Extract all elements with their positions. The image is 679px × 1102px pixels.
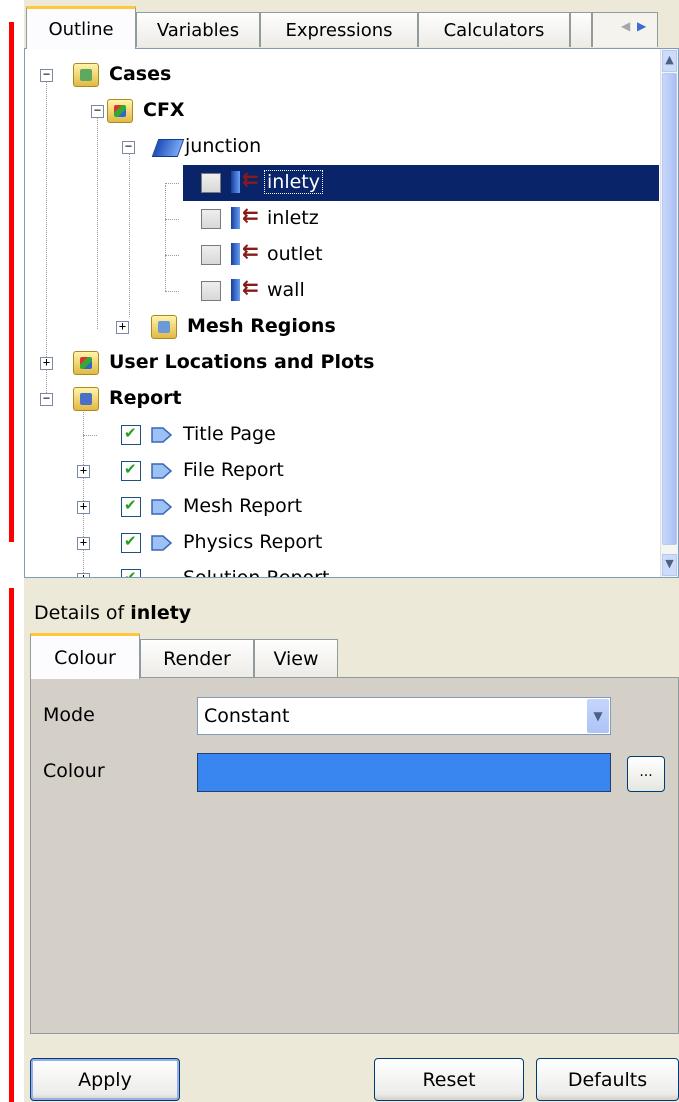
tab-expressions[interactable]: Expressions: [260, 12, 418, 47]
outlet-boundary-icon: ⇇: [231, 239, 265, 267]
tree-line: [46, 79, 47, 401]
tree-line: [83, 435, 97, 436]
tree-item-title-page[interactable]: Title Page: [183, 423, 276, 445]
inlety-visibility-checkbox[interactable]: [201, 173, 221, 193]
tree-item-mesh-report[interactable]: Mesh Report: [183, 495, 302, 517]
mesh-regions-folder-icon: [151, 315, 177, 339]
tree-item-cfx[interactable]: CFX: [143, 99, 185, 121]
colour-picker-button[interactable]: ...: [627, 756, 665, 792]
defaults-button[interactable]: Defaults: [536, 1058, 679, 1101]
tree-item-mesh-regions[interactable]: Mesh Regions: [187, 315, 336, 337]
tree-line: [165, 219, 179, 220]
reset-button[interactable]: Reset: [374, 1058, 524, 1101]
cases-folder-icon: [73, 63, 99, 87]
details-panel: Details of inlety Colour Render View Mod…: [24, 578, 679, 1102]
tab-variables[interactable]: Variables: [136, 12, 260, 47]
tree-scrollbar[interactable]: ▲ ▼: [660, 49, 678, 577]
marker-bar-top: [9, 22, 14, 542]
report-page-icon: [149, 423, 175, 447]
details-object-name: inlety: [130, 602, 192, 624]
collapse-junction-icon[interactable]: −: [122, 140, 135, 154]
colour-label: Colour: [43, 760, 105, 782]
details-title: Details of inlety: [34, 602, 192, 624]
tab-outline[interactable]: Outline: [26, 6, 136, 49]
tree-item-inletz[interactable]: inletz: [267, 207, 319, 229]
tree-line: [97, 115, 98, 329]
inletz-visibility-checkbox[interactable]: [201, 209, 221, 229]
collapse-cfx-icon[interactable]: −: [91, 104, 104, 118]
scrollbar-thumb[interactable]: [662, 73, 677, 545]
tab-view[interactable]: View: [254, 639, 338, 678]
tab-calculators[interactable]: Calculators: [418, 12, 570, 47]
scroll-up-icon[interactable]: ▲: [662, 50, 677, 72]
report-folder-icon: [73, 387, 99, 411]
tree-line: [165, 255, 179, 256]
collapse-report-icon[interactable]: −: [40, 392, 53, 406]
scroll-down-icon[interactable]: ▼: [662, 554, 677, 576]
wall-boundary-icon: ⇇: [231, 275, 265, 303]
tab-scroll-buttons[interactable]: ◀ ▶: [592, 12, 658, 47]
tree-line: [165, 185, 166, 291]
tab-render[interactable]: Render: [140, 639, 254, 678]
outline-tree[interactable]: − Cases − CFX − junction ⇇ inlety ⇇ inle…: [24, 48, 679, 578]
tree-item-wall[interactable]: wall: [267, 279, 305, 301]
tree-item-report[interactable]: Report: [109, 387, 182, 409]
tree-item-solution-report[interactable]: Solution Report: [183, 567, 329, 577]
expand-file-report-icon[interactable]: +: [77, 464, 90, 478]
colour-swatch[interactable]: [197, 753, 611, 792]
tree-item-user-locations[interactable]: User Locations and Plots: [109, 351, 374, 373]
expand-mesh-regions-icon[interactable]: +: [116, 320, 129, 334]
junction-block-icon: [151, 139, 185, 157]
expand-mesh-report-icon[interactable]: +: [77, 500, 90, 514]
inlet-boundary-icon: ⇇: [231, 203, 265, 231]
marker-bar-bottom: [9, 588, 14, 1102]
tree-item-junction[interactable]: junction: [185, 135, 261, 157]
user-locations-folder-icon: [73, 351, 99, 375]
tree-item-outlet[interactable]: outlet: [267, 243, 323, 265]
inlet-boundary-icon: ⇇: [231, 167, 265, 195]
outlet-visibility-checkbox[interactable]: [201, 245, 221, 265]
tree-line: [129, 151, 130, 317]
tree-item-inlety[interactable]: inlety: [264, 170, 323, 194]
physics-report-checkbox[interactable]: [121, 532, 141, 553]
title-page-checkbox[interactable]: [121, 424, 141, 445]
tab-partial[interactable]: [570, 12, 592, 47]
solution-report-checkbox[interactable]: [121, 568, 141, 577]
tab-colour[interactable]: Colour: [30, 633, 140, 679]
tree-item-file-report[interactable]: File Report: [183, 459, 284, 481]
scroll-left-icon[interactable]: ◀: [621, 19, 630, 33]
mode-select[interactable]: Constant ▼: [197, 697, 611, 735]
expand-physics-report-icon[interactable]: +: [77, 536, 90, 550]
cfx-folder-icon: [107, 99, 133, 123]
apply-button[interactable]: Apply: [30, 1058, 180, 1101]
top-tab-bar: Outline Variables Expressions Calculator…: [24, 0, 679, 49]
tree-item-physics-report[interactable]: Physics Report: [183, 531, 322, 553]
file-report-checkbox[interactable]: [121, 460, 141, 481]
mesh-report-checkbox[interactable]: [121, 496, 141, 517]
mode-label: Mode: [43, 704, 95, 726]
expand-user-locations-icon[interactable]: +: [40, 356, 53, 370]
report-page-icon: [149, 495, 175, 519]
colour-settings-panel: Mode Constant ▼ Colour ...: [30, 677, 679, 1034]
scroll-right-icon[interactable]: ▶: [637, 19, 646, 33]
collapse-cases-icon[interactable]: −: [40, 68, 53, 82]
wall-visibility-checkbox[interactable]: [201, 281, 221, 301]
tree-item-cases[interactable]: Cases: [109, 63, 171, 85]
report-page-icon: [149, 459, 175, 483]
tree-line: [165, 291, 179, 292]
report-page-icon: [149, 531, 175, 555]
tree-line: [83, 403, 84, 577]
tree-line: [165, 183, 179, 184]
chevron-down-icon[interactable]: ▼: [587, 699, 609, 733]
